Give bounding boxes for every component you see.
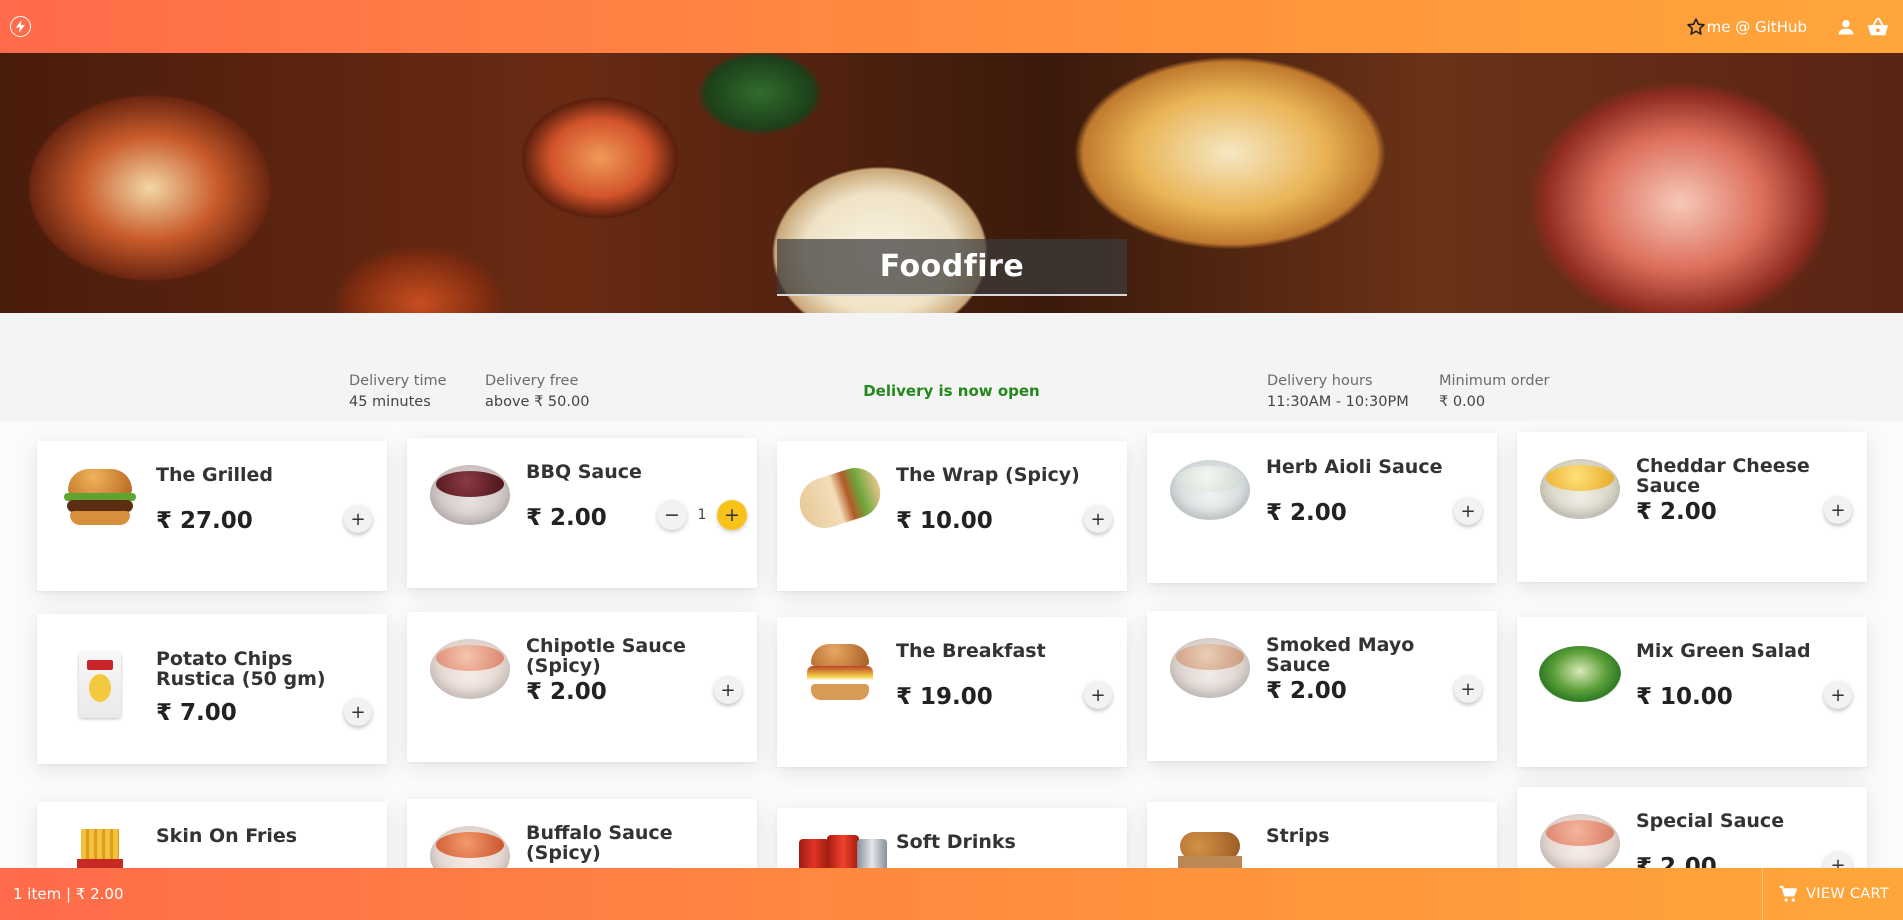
add-button[interactable]: +: [1084, 505, 1112, 533]
add-button[interactable]: +: [1454, 675, 1482, 703]
restaurant-title: Foodfire: [879, 249, 1025, 284]
decrement-button[interactable]: −: [657, 500, 687, 530]
fries-image: [59, 818, 141, 868]
sauce-bowl-image: [429, 454, 511, 536]
strips-image: [1169, 818, 1251, 868]
minimum-order-label: Minimum order: [1439, 373, 1550, 389]
chips-bag-image: [59, 644, 141, 726]
breakfast-sandwich-image: [799, 633, 881, 715]
burger-image: [59, 457, 141, 539]
menu-item-card: Special Sauce ₹ 2.00 +: [1517, 787, 1867, 868]
menu-item-card: Mix Green Salad ₹ 10.00 +: [1517, 617, 1867, 767]
sauce-bowl-image: [1169, 627, 1251, 709]
logo-icon[interactable]: [10, 16, 31, 37]
add-button[interactable]: +: [1824, 681, 1852, 709]
minimum-order: Minimum order ₹ 0.00: [1439, 371, 1549, 413]
sauce-bowl-image: [429, 815, 511, 868]
cart-summary: 1 item | ₹ 2.00: [13, 885, 124, 903]
item-price: ₹ 2.00: [1266, 678, 1347, 704]
github-link-label: me @ GitHub: [1706, 17, 1807, 36]
shopping-cart-icon: [1779, 885, 1798, 902]
item-name: Herb Aioli Sauce: [1266, 456, 1443, 478]
basket-icon[interactable]: [1867, 16, 1889, 38]
menu-item-card: Herb Aioli Sauce ₹ 2.00 +: [1147, 433, 1497, 583]
cart-bar: 1 item | ₹ 2.00 VIEW CART: [0, 868, 1903, 920]
item-name: Cheddar Cheese Sauce: [1636, 455, 1810, 497]
menu-grid: The Grilled ₹ 27.00 + BBQ Sauce ₹ 2.00 −…: [0, 421, 1903, 868]
menu-item-card: Cheddar Cheese Sauce ₹ 2.00 +: [1517, 432, 1867, 582]
item-name: Mix Green Salad: [1636, 640, 1811, 662]
top-bar: me @ GitHub: [0, 0, 1903, 53]
soft-drinks-image: [799, 824, 887, 868]
salad-image: [1539, 633, 1621, 715]
item-price: ₹ 10.00: [1636, 684, 1733, 710]
item-name: Buffalo Sauce (Spicy): [526, 822, 673, 864]
menu-item-card: Smoked Mayo Sauce ₹ 2.00 +: [1147, 611, 1497, 761]
item-price: ₹ 2.00: [1266, 500, 1347, 526]
sauce-bowl-image: [1539, 803, 1621, 868]
menu-item-card: The Wrap (Spicy) ₹ 10.00 +: [777, 441, 1127, 591]
item-name: Strips: [1266, 825, 1330, 847]
item-name: Potato Chips Rustica (50 gm): [156, 648, 326, 690]
menu-item-card: Potato Chips Rustica (50 gm) ₹ 7.00 +: [37, 614, 387, 764]
item-price: ₹ 7.00: [156, 700, 237, 726]
delivery-hours: Delivery hours 11:30AM - 10:30PM: [1267, 371, 1409, 413]
item-name: Smoked Mayo Sauce: [1266, 634, 1415, 676]
minimum-order-value: ₹ 0.00: [1439, 394, 1486, 410]
item-price: ₹ 2.00: [526, 679, 607, 705]
menu-item-card: The Breakfast ₹ 19.00 +: [777, 617, 1127, 767]
add-button[interactable]: +: [714, 676, 742, 704]
github-link[interactable]: me @ GitHub: [1686, 17, 1807, 37]
delivery-hours-value: 11:30AM - 10:30PM: [1267, 394, 1409, 410]
item-price: ₹ 2.00: [1636, 854, 1717, 868]
item-name: The Grilled: [156, 464, 273, 486]
sauce-bowl-image: [1169, 449, 1251, 531]
item-price: ₹ 19.00: [896, 684, 993, 710]
menu-item-card: Skin On Fries: [37, 802, 387, 868]
item-name: Chipotle Sauce (Spicy): [526, 635, 686, 677]
hero-banner: Foodfire: [0, 53, 1903, 313]
delivery-hours-label: Delivery hours: [1267, 373, 1373, 389]
item-name: The Breakfast: [896, 640, 1046, 662]
star-icon: [1686, 17, 1705, 35]
delivery-info: Delivery time 45 minutes Delivery free a…: [0, 313, 1903, 421]
view-cart-label: VIEW CART: [1806, 886, 1889, 902]
sauce-bowl-image: [429, 628, 511, 710]
menu-item-card: Buffalo Sauce (Spicy): [407, 799, 757, 868]
add-button[interactable]: +: [344, 698, 372, 726]
item-name: The Wrap (Spicy): [896, 464, 1080, 486]
menu-item-card: Chipotle Sauce (Spicy) ₹ 2.00 +: [407, 612, 757, 762]
view-cart-button[interactable]: VIEW CART: [1762, 868, 1903, 920]
menu-item-card: The Grilled ₹ 27.00 +: [37, 441, 387, 591]
item-name: BBQ Sauce: [526, 461, 642, 483]
increment-button[interactable]: +: [717, 500, 747, 530]
delivery-status: Delivery is now open: [863, 382, 1040, 400]
sauce-bowl-image: [1539, 448, 1621, 530]
add-button[interactable]: +: [344, 505, 372, 533]
add-button[interactable]: +: [1824, 496, 1852, 524]
user-icon[interactable]: [1835, 16, 1857, 38]
add-button[interactable]: +: [1824, 851, 1852, 868]
quantity-value: 1: [697, 507, 707, 523]
wrap-image: [793, 457, 887, 539]
item-price: ₹ 2.00: [526, 505, 607, 531]
item-price: ₹ 27.00: [156, 508, 253, 534]
item-price: ₹ 10.00: [896, 508, 993, 534]
menu-item-card: Strips: [1147, 802, 1497, 868]
menu-item-card: BBQ Sauce ₹ 2.00 − 1 +: [407, 438, 757, 588]
item-name: Special Sauce: [1636, 810, 1785, 832]
add-button[interactable]: +: [1454, 497, 1482, 525]
item-price: ₹ 2.00: [1636, 499, 1717, 525]
menu-item-card: Soft Drinks: [777, 808, 1127, 868]
item-name: Skin On Fries: [156, 825, 298, 847]
hero-title-box: Foodfire: [777, 239, 1127, 296]
item-name: Soft Drinks: [896, 831, 1016, 853]
quantity-stepper: − 1 +: [657, 500, 747, 530]
add-button[interactable]: +: [1084, 681, 1112, 709]
